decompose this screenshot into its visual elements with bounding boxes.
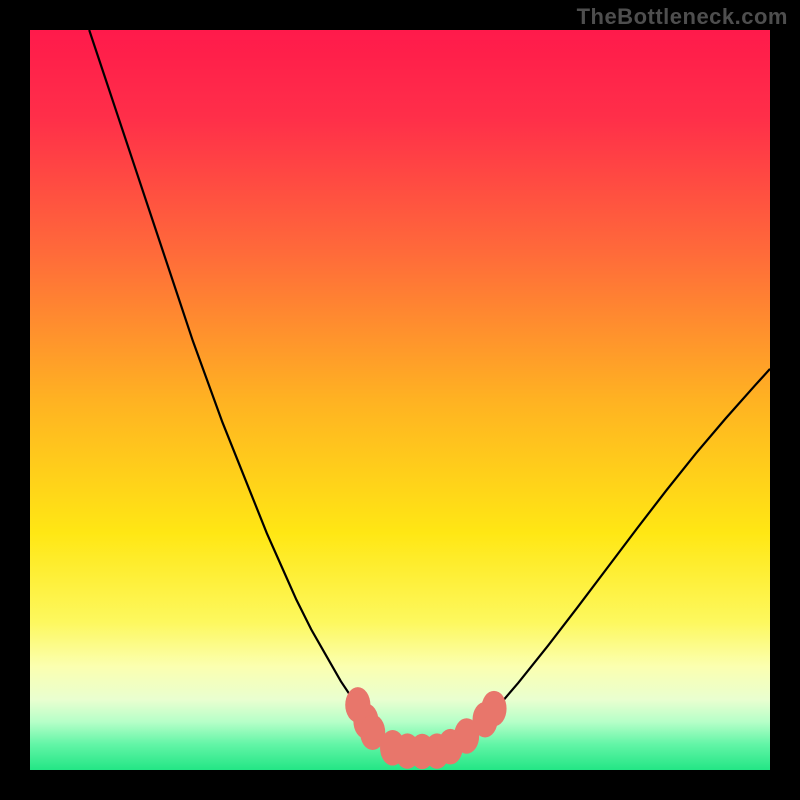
curve-marker	[481, 691, 506, 727]
gradient-background	[30, 30, 770, 770]
plot-area	[30, 30, 770, 770]
chart-svg	[30, 30, 770, 770]
watermark-text: TheBottleneck.com	[577, 4, 788, 30]
chart-frame: { "watermark": "TheBottleneck.com", "cha…	[0, 0, 800, 800]
